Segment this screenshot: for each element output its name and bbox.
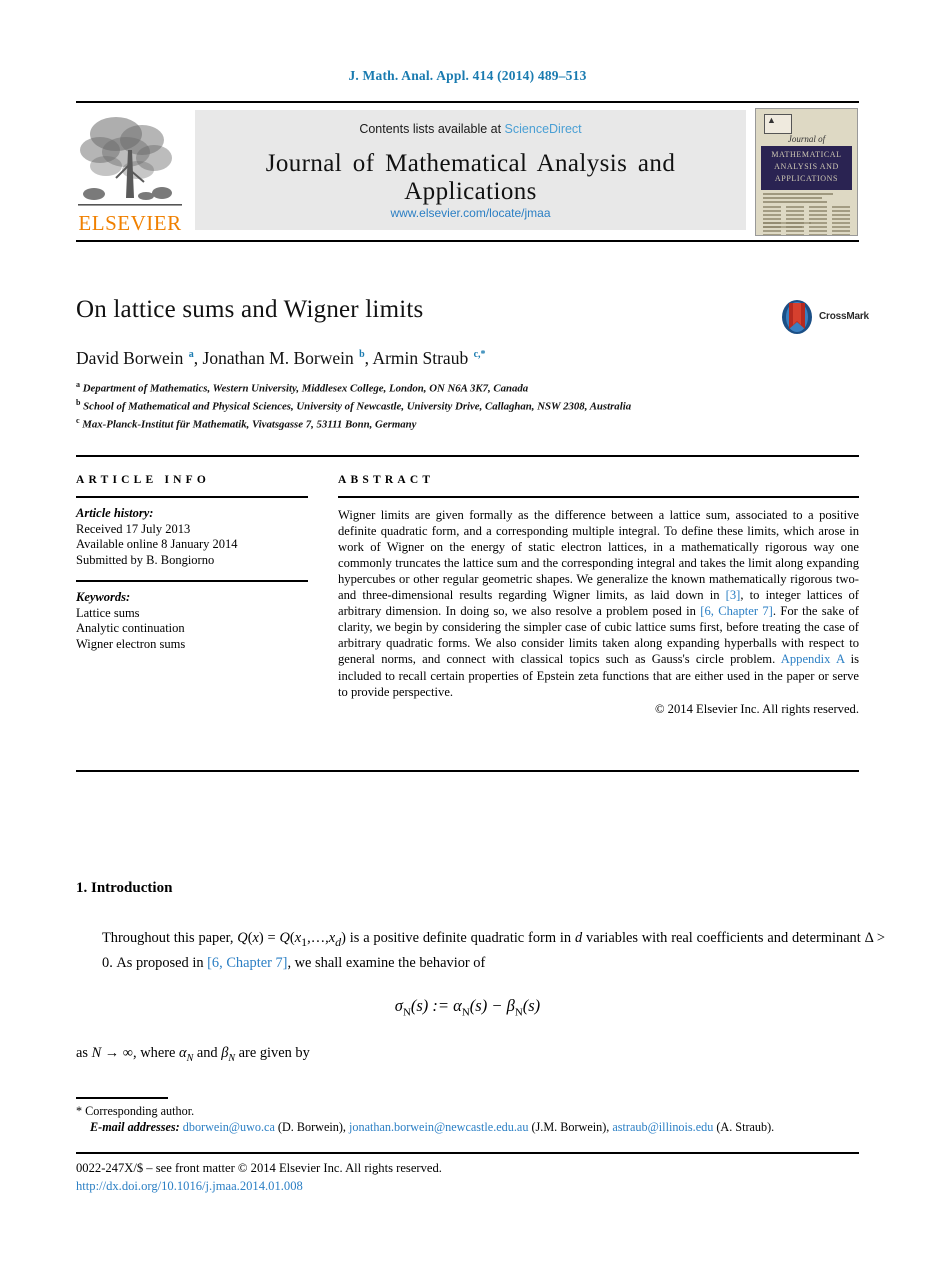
- journal-title: Journal of Mathematical Analysis and App…: [265, 150, 676, 205]
- email-addresses-values: dborwein@uwo.ca (D. Borwein), jonathan.b…: [182, 1120, 775, 1134]
- elsevier-logo: ELSEVIER: [76, 108, 184, 234]
- display-equation-sigma: σN(s) := αN(s) − βN(s): [394, 996, 541, 1019]
- corresponding-author-note: * Corresponding author.: [76, 1104, 195, 1118]
- affiliation-marker-c: c: [76, 415, 80, 425]
- section-heading-introduction: 1. Introduction: [76, 880, 173, 896]
- footnote-rule: [76, 1097, 168, 1099]
- journal-article-page: J. Math. Anal. Appl. 414 (2014) 489–513: [0, 0, 935, 1266]
- article-info-column: ARTICLE INFO Article history: Received 1…: [76, 474, 310, 652]
- abstract-column: ABSTRACT Wigner limits are given formall…: [338, 474, 859, 717]
- issn-front-matter-line: 0022-247X/$ – see front matter © 2014 El…: [76, 1161, 442, 1175]
- email-addresses-label: E-mail addresses:: [90, 1120, 180, 1134]
- crossmark-label: CrossMark: [819, 311, 869, 322]
- affiliation-a: a Department of Mathematics, Western Uni…: [76, 378, 776, 396]
- info-section-top-rule: [76, 455, 859, 457]
- article-history-submitted: Submitted by B. Bongiorno: [76, 552, 215, 567]
- elsevier-tree-icon: [78, 117, 182, 206]
- cover-title-line-1: MATHEMATICAL: [771, 150, 842, 159]
- keyword-item: Wigner electron sums: [76, 636, 186, 651]
- cover-title-line-2: ANALYSIS AND: [774, 162, 839, 171]
- doi-link[interactable]: http://dx.doi.org/10.1016/j.jmaa.2014.01…: [76, 1178, 442, 1196]
- affiliation-marker-b: b: [76, 397, 81, 407]
- introduction-paragraph-1: Throughout this paper, Q(x) = Q(x1,…,xd)…: [102, 930, 886, 971]
- affiliation-c: c Max-Planck-Institut für Mathematik, Vi…: [76, 414, 776, 432]
- cover-footer-lines: [763, 222, 850, 230]
- crossmark-badge[interactable]: CrossMark: [779, 299, 869, 339]
- contents-available-line: Contents lists available at ScienceDirec…: [195, 122, 746, 136]
- journal-masthead: ELSEVIER Contents lists available at Sci…: [76, 104, 859, 236]
- cover-tree-icon: ▲: [767, 115, 776, 125]
- keyword-item: Analytic continuation: [76, 621, 185, 636]
- cover-journal-of-label: Journal of: [787, 134, 826, 144]
- affiliation-marker-a: a: [76, 380, 80, 389]
- article-history-received: Received 17 July 2013: [76, 521, 191, 536]
- journal-homepage-link[interactable]: www.elsevier.com/locate/jmaa: [195, 206, 746, 220]
- page-title: On lattice sums and Wigner limits: [76, 296, 424, 323]
- abstract-copyright: © 2014 Elsevier Inc. All rights reserved…: [654, 701, 859, 716]
- email-addresses-note: E-mail addresses: dborwein@uwo.ca (D. Bo…: [76, 1119, 859, 1135]
- affiliation-text-c: Max-Planck-Institut für Mathematik, Viva…: [82, 418, 417, 431]
- abstract-divider: [338, 496, 859, 498]
- abstract-text: Wigner limits are given formally as the …: [338, 507, 859, 699]
- article-info-heading: ARTICLE INFO: [76, 474, 211, 486]
- cover-text-lines: [763, 193, 850, 205]
- masthead-bottom-rule: [76, 240, 859, 242]
- cover-toc-columns: [763, 206, 850, 235]
- article-history-online: Available online 8 January 2014: [76, 537, 238, 552]
- crossmark-icon: [782, 300, 812, 334]
- info-section-bottom-rule: [76, 770, 859, 772]
- cover-title-band: MATHEMATICAL ANALYSIS AND APPLICATIONS: [761, 146, 852, 190]
- affiliation-text-b: School of Mathematical and Physical Scie…: [83, 400, 632, 413]
- affiliation-list: a Department of Mathematics, Western Uni…: [76, 378, 776, 431]
- footnote-block: * Corresponding author. E-mail addresses…: [76, 1103, 859, 1135]
- running-head-citation: J. Math. Anal. Appl. 414 (2014) 489–513: [348, 68, 587, 83]
- sciencedirect-band: Contents lists available at ScienceDirec…: [195, 110, 746, 230]
- contents-prefix: Contents lists available at: [359, 122, 505, 136]
- abstract-heading: ABSTRACT: [338, 474, 435, 486]
- keywords-label: Keywords:: [76, 589, 131, 604]
- elsevier-wordmark: ELSEVIER: [78, 211, 182, 235]
- affiliation-b: b School of Mathematical and Physical Sc…: [76, 396, 776, 414]
- author-list: David Borwein a, Jonathan M. Borwein b, …: [76, 348, 486, 368]
- keyword-item: Lattice sums: [76, 605, 140, 620]
- article-history-label: Article history:: [76, 505, 154, 520]
- journal-cover-thumbnail: ▲ Journal of MATHEMATICAL ANALYSIS AND A…: [755, 108, 858, 236]
- cover-title-line-3: APPLICATIONS: [774, 174, 839, 183]
- colophon-block: 0022-247X/$ – see front matter © 2014 El…: [76, 1160, 442, 1195]
- sciencedirect-link[interactable]: ScienceDirect: [505, 122, 582, 136]
- keywords-divider: [76, 580, 308, 582]
- affiliation-text-a: Department of Mathematics, Western Unive…: [82, 382, 529, 395]
- colophon-rule: [76, 1152, 859, 1154]
- introduction-paragraph-2: as N → ∞, where αN and βN are given by: [76, 1045, 310, 1064]
- masthead-top-rule: [76, 101, 859, 103]
- article-info-divider: [76, 496, 308, 498]
